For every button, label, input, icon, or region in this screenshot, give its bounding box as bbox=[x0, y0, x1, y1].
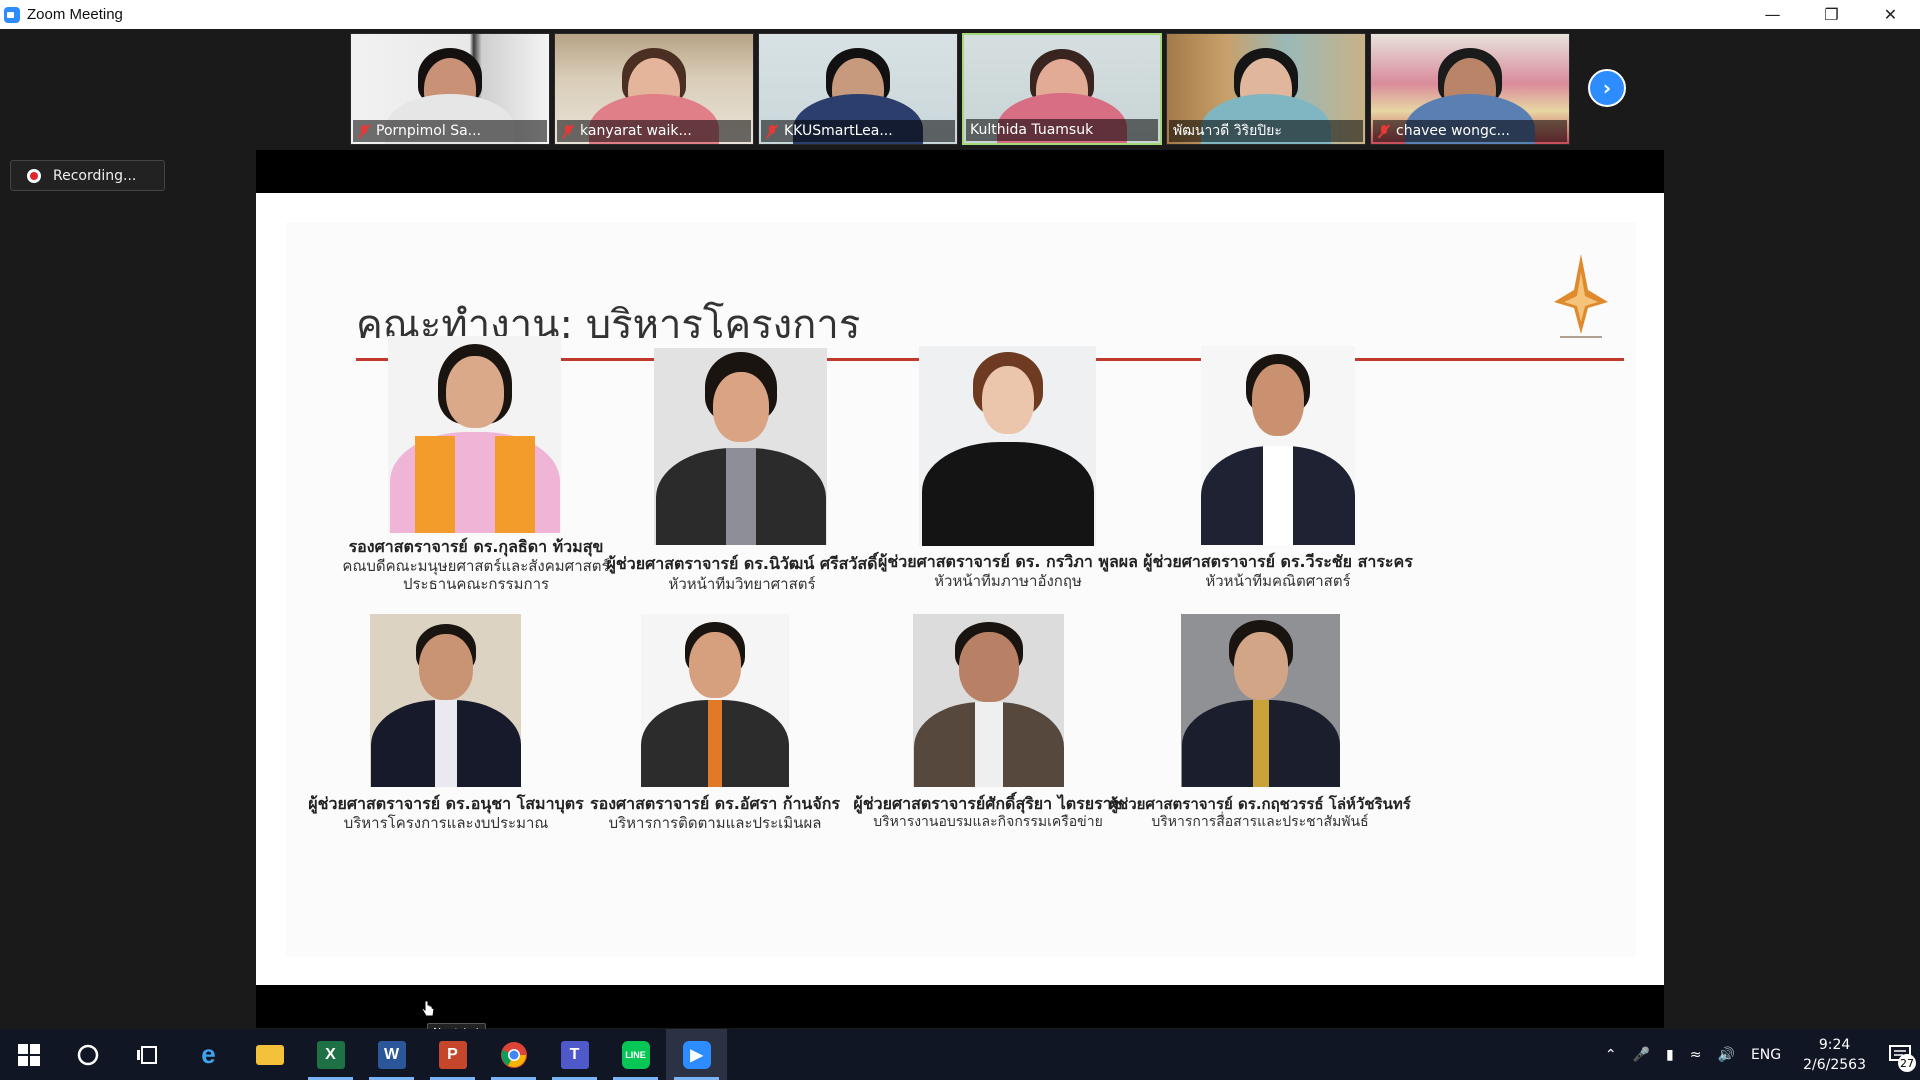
window-title: Zoom Meeting bbox=[27, 6, 123, 23]
start-button[interactable] bbox=[0, 1029, 58, 1080]
clock-date: 2/6/2563 bbox=[1803, 1056, 1866, 1073]
participant-tile[interactable]: Pornpimol Sa... bbox=[350, 33, 550, 145]
participant-name: Pornpimol Sa... bbox=[376, 123, 482, 139]
person-role: บริหารการติดตามและประเมินผล bbox=[608, 814, 822, 832]
person-role: บริหารโครงการและงบประมาณ bbox=[343, 814, 549, 832]
task-view-icon bbox=[137, 1045, 157, 1064]
person-role: บริหารงานอบรมและกิจกรรมเครือข่าย bbox=[873, 814, 1103, 830]
zoom-app-icon bbox=[4, 6, 20, 23]
record-icon bbox=[27, 168, 41, 183]
hand-cursor-icon bbox=[421, 1000, 435, 1017]
person-photo bbox=[1201, 346, 1355, 545]
minimize-icon: — bbox=[1764, 5, 1781, 24]
file-explorer-taskbar-button[interactable] bbox=[239, 1029, 300, 1080]
recording-label: Recording... bbox=[53, 167, 137, 184]
zoom-icon: ▶ bbox=[682, 1040, 711, 1069]
participant-name: Kulthida Tuamsuk bbox=[970, 122, 1094, 138]
teams-taskbar-button[interactable]: T bbox=[544, 1029, 605, 1080]
participant-tile[interactable]: พัฒนาวดี วิริยปิยะ bbox=[1166, 33, 1366, 145]
slide-canvas: คณะทำงาน: บริหารโครงการ รองศาสตราจารย์ ด… bbox=[286, 222, 1636, 957]
person-role: บริหารการสื่อสารและประชาสัมพันธ์ bbox=[1151, 814, 1369, 830]
zoom-taskbar-button[interactable]: ▶ bbox=[666, 1029, 727, 1080]
start-icon bbox=[18, 1043, 40, 1066]
word-icon: W bbox=[377, 1040, 406, 1069]
powerpoint-icon: P bbox=[438, 1040, 467, 1069]
person-role: หัวหน้าทีมวิทยาศาสตร์ bbox=[668, 575, 816, 593]
teams-icon: T bbox=[560, 1040, 589, 1069]
university-logo bbox=[1554, 254, 1608, 338]
person-photo bbox=[913, 614, 1064, 787]
muted-mic-icon bbox=[357, 124, 371, 138]
chrome-taskbar-button[interactable] bbox=[483, 1029, 544, 1080]
edge-taskbar-button[interactable]: e bbox=[178, 1029, 239, 1080]
action-center-button[interactable]: 27 bbox=[1880, 1029, 1920, 1080]
person-role: หัวหน้าทีมภาษาอังกฤษ bbox=[934, 572, 1082, 590]
minimize-button[interactable]: — bbox=[1743, 0, 1802, 29]
show-hidden-icons-button[interactable]: ⌃ bbox=[1605, 1047, 1617, 1063]
participant-tile[interactable]: KKUSmartLea... bbox=[758, 33, 958, 145]
muted-mic-icon bbox=[765, 124, 779, 138]
recording-indicator[interactable]: Recording... bbox=[10, 160, 165, 191]
volume-icon[interactable]: 🔊 bbox=[1718, 1047, 1735, 1063]
participant-name: chavee wongc... bbox=[1396, 123, 1510, 139]
restore-button[interactable]: ❐ bbox=[1802, 0, 1861, 29]
cortana-button[interactable] bbox=[58, 1029, 118, 1080]
chevron-right-icon: › bbox=[1602, 76, 1612, 100]
notification-count-badge: 27 bbox=[1898, 1054, 1916, 1072]
close-icon: ✕ bbox=[1883, 5, 1898, 24]
participant-tile-active-speaker[interactable]: Kulthida Tuamsuk bbox=[962, 33, 1162, 145]
powerpoint-taskbar-button[interactable]: P bbox=[422, 1029, 483, 1080]
person-role: ประธานคณะกรรมการ bbox=[402, 575, 550, 593]
excel-icon: X bbox=[316, 1040, 345, 1069]
close-button[interactable]: ✕ bbox=[1861, 0, 1920, 29]
presentation-slide[interactable]: คณะทำงาน: บริหารโครงการ รองศาสตราจารย์ ด… bbox=[256, 193, 1664, 985]
restore-icon: ❐ bbox=[1824, 5, 1839, 24]
excel-taskbar-button[interactable]: X bbox=[300, 1029, 361, 1080]
chrome-icon bbox=[500, 1041, 527, 1068]
microphone-icon[interactable]: 🎤 bbox=[1633, 1047, 1650, 1063]
clock[interactable]: 9:24 2/6/2563 bbox=[1803, 1035, 1866, 1075]
task-view-button[interactable] bbox=[118, 1029, 178, 1080]
participant-tile[interactable]: kanyarat waik... bbox=[554, 33, 754, 145]
person-photo bbox=[1181, 614, 1340, 787]
muted-mic-icon bbox=[1377, 124, 1391, 138]
person-photo bbox=[370, 614, 521, 787]
participant-name: KKUSmartLea... bbox=[784, 123, 893, 139]
person-photo bbox=[641, 614, 789, 787]
file-explorer-icon bbox=[255, 1044, 284, 1065]
battery-icon[interactable]: ▮ bbox=[1666, 1047, 1674, 1063]
muted-mic-icon bbox=[561, 124, 575, 138]
line-icon: LINE bbox=[621, 1040, 650, 1069]
word-taskbar-button[interactable]: W bbox=[361, 1029, 422, 1080]
shared-screen: คณะทำงาน: บริหารโครงการ รองศาสตราจารย์ ด… bbox=[256, 150, 1664, 1028]
meeting-area: Pornpimol Sa... kanyarat waik... KKUSmar… bbox=[0, 29, 1920, 1042]
video-strip: Pornpimol Sa... kanyarat waik... KKUSmar… bbox=[350, 33, 1570, 145]
input-language[interactable]: ENG bbox=[1751, 1047, 1781, 1063]
system-tray: ⌃ 🎤 ▮ ≈ 🔊 ENG 9:24 2/6/2563 27 bbox=[1597, 1029, 1920, 1080]
line-taskbar-button[interactable]: LINE bbox=[605, 1029, 666, 1080]
cortana-icon bbox=[77, 1044, 99, 1065]
participant-name: พัฒนาวดี วิริยปิยะ bbox=[1173, 123, 1282, 139]
person-photo bbox=[388, 336, 561, 533]
wifi-icon[interactable]: ≈ bbox=[1690, 1047, 1702, 1063]
participant-name: kanyarat waik... bbox=[580, 123, 692, 139]
next-participants-button[interactable]: › bbox=[1588, 69, 1626, 107]
person-role: หัวหน้าทีมคณิตศาสตร์ bbox=[1205, 572, 1351, 590]
taskbar: e X W P T LINE ▶ ⌃ 🎤 ▮ ≈ 🔊 ENG 9:24 2/6/… bbox=[0, 1029, 1920, 1080]
clock-time: 9:24 bbox=[1818, 1036, 1851, 1053]
edge-icon: e bbox=[201, 1039, 216, 1069]
person-photo bbox=[654, 348, 827, 545]
person-photo bbox=[919, 346, 1096, 546]
window-title-bar: Zoom Meeting — ❐ ✕ bbox=[0, 0, 1920, 29]
participant-tile[interactable]: chavee wongc... bbox=[1370, 33, 1570, 145]
